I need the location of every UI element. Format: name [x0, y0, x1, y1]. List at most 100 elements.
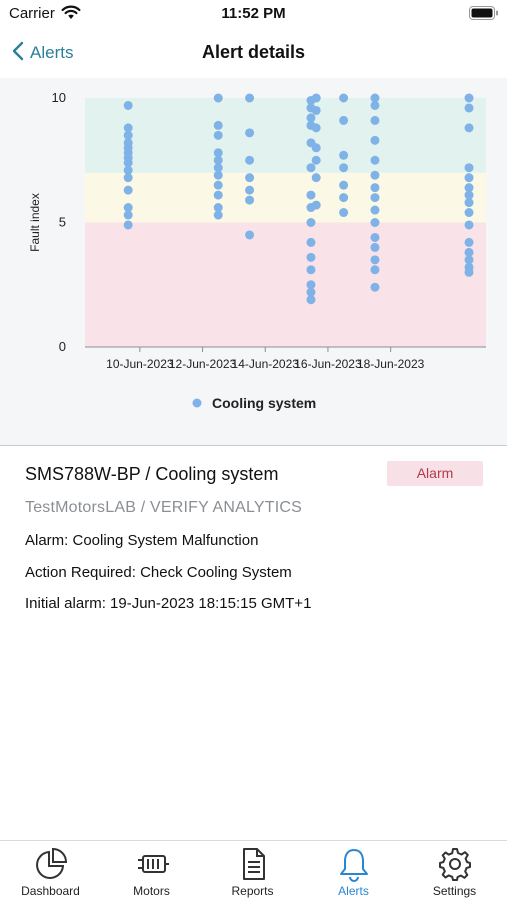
tab-alerts[interactable]: Alerts [303, 841, 404, 901]
data-point [213, 210, 223, 220]
tab-label-dashboard: Dashboard [21, 884, 80, 898]
data-point [370, 100, 380, 110]
tab-bar: Dashboard Motors Reports Alerts Settings [0, 840, 507, 901]
x-tick-label: 10-Jun-2023 [106, 357, 174, 371]
document-icon [243, 848, 265, 880]
data-point [311, 200, 321, 210]
tab-label-reports: Reports [231, 884, 274, 898]
data-point [464, 173, 474, 183]
tab-motors[interactable]: Motors [101, 841, 202, 901]
tab-dashboard[interactable]: Dashboard [0, 841, 101, 901]
x-ticks: 10-Jun-202312-Jun-202314-Jun-202316-Jun-… [106, 347, 425, 371]
data-point [311, 173, 321, 183]
tab-reports[interactable]: Reports [202, 841, 303, 901]
data-point [464, 237, 474, 247]
tab-settings[interactable]: Settings [404, 841, 505, 901]
chart-legend[interactable]: Cooling system [192, 395, 317, 411]
legend-label: Cooling system [212, 395, 316, 411]
fault-index-chart: Fault index 0510 10-Jun-202312-Jun-20231… [28, 90, 486, 411]
legend-marker [192, 398, 202, 408]
data-point [311, 93, 321, 103]
clock: 11:52 PM [221, 5, 286, 22]
data-point [213, 120, 223, 130]
data-point [370, 205, 380, 215]
gear-icon [439, 848, 471, 881]
data-point [245, 128, 255, 138]
data-point [370, 218, 380, 227]
data-point [245, 230, 255, 240]
data-point [311, 155, 321, 165]
data-point [339, 150, 349, 160]
data-point [311, 105, 321, 115]
bell-icon [340, 849, 368, 882]
data-point [339, 93, 349, 103]
x-tick-label: 16-Jun-2023 [294, 357, 362, 371]
data-point [370, 170, 380, 180]
chart-divider [0, 445, 507, 446]
tab-label-motors: Motors [133, 884, 170, 898]
data-point [213, 93, 223, 103]
data-point [370, 255, 380, 265]
x-tick-label: 18-Jun-2023 [357, 357, 425, 371]
x-tick-label: 14-Jun-2023 [232, 357, 300, 371]
action-required: Action Required: Check Cooling System [25, 564, 292, 581]
data-point [339, 163, 349, 173]
data-point [123, 100, 133, 110]
data-point [464, 220, 474, 230]
y-tick-label: 0 [59, 339, 66, 354]
data-point [306, 163, 316, 173]
data-point [370, 232, 380, 242]
data-point [306, 252, 316, 262]
y-ticks: 0 5 10 [52, 90, 66, 354]
data-point [464, 103, 474, 113]
data-point [306, 218, 316, 227]
data-point [306, 265, 316, 275]
device-subtitle: TestMotorsLAB / VERIFY ANALYTICS [25, 499, 303, 516]
data-point [213, 190, 223, 200]
data-point [370, 242, 380, 252]
data-point [370, 155, 380, 165]
data-point [339, 193, 349, 203]
data-point [339, 208, 349, 218]
band-ok [85, 98, 486, 173]
data-point [213, 180, 223, 190]
data-point [464, 267, 474, 277]
y-tick-label: 5 [59, 215, 66, 230]
data-point [370, 282, 380, 292]
data-point [306, 295, 316, 305]
data-point [464, 198, 474, 208]
x-tick-label: 12-Jun-2023 [169, 357, 237, 371]
data-point [339, 180, 349, 190]
data-point [370, 135, 380, 145]
data-point [245, 195, 255, 205]
y-tick-label: 10 [52, 90, 66, 105]
data-point [245, 155, 255, 165]
data-point [123, 210, 133, 220]
data-point [245, 173, 255, 183]
data-point [464, 163, 474, 173]
band-alarm [85, 222, 486, 347]
band-warning [85, 172, 486, 223]
data-point [339, 115, 349, 125]
pie-chart-icon [36, 847, 68, 879]
threshold-bands [85, 98, 486, 347]
nav-bar: Alerts Alert details [0, 30, 507, 76]
data-point [213, 170, 223, 180]
status-badge: Alarm [387, 461, 483, 486]
initial-alarm-time: Initial alarm: 19-Jun-2023 18:15:15 GMT+… [25, 595, 312, 612]
data-point [370, 183, 380, 193]
page-title: Alert details [201, 42, 306, 62]
data-point [311, 143, 321, 153]
data-point [123, 220, 133, 230]
data-point [245, 93, 255, 103]
data-point [370, 265, 380, 275]
data-point [370, 115, 380, 125]
data-point [306, 190, 316, 200]
alarm-description: Alarm: Cooling System Malfunction [25, 532, 259, 549]
status-bar: Carrier 11:52 PM [0, 0, 507, 28]
data-point [123, 173, 133, 183]
device-title: SMS788W-BP / Cooling system [25, 464, 279, 484]
tab-label-alerts: Alerts [338, 884, 369, 898]
data-point [464, 123, 474, 133]
data-point [123, 185, 133, 195]
